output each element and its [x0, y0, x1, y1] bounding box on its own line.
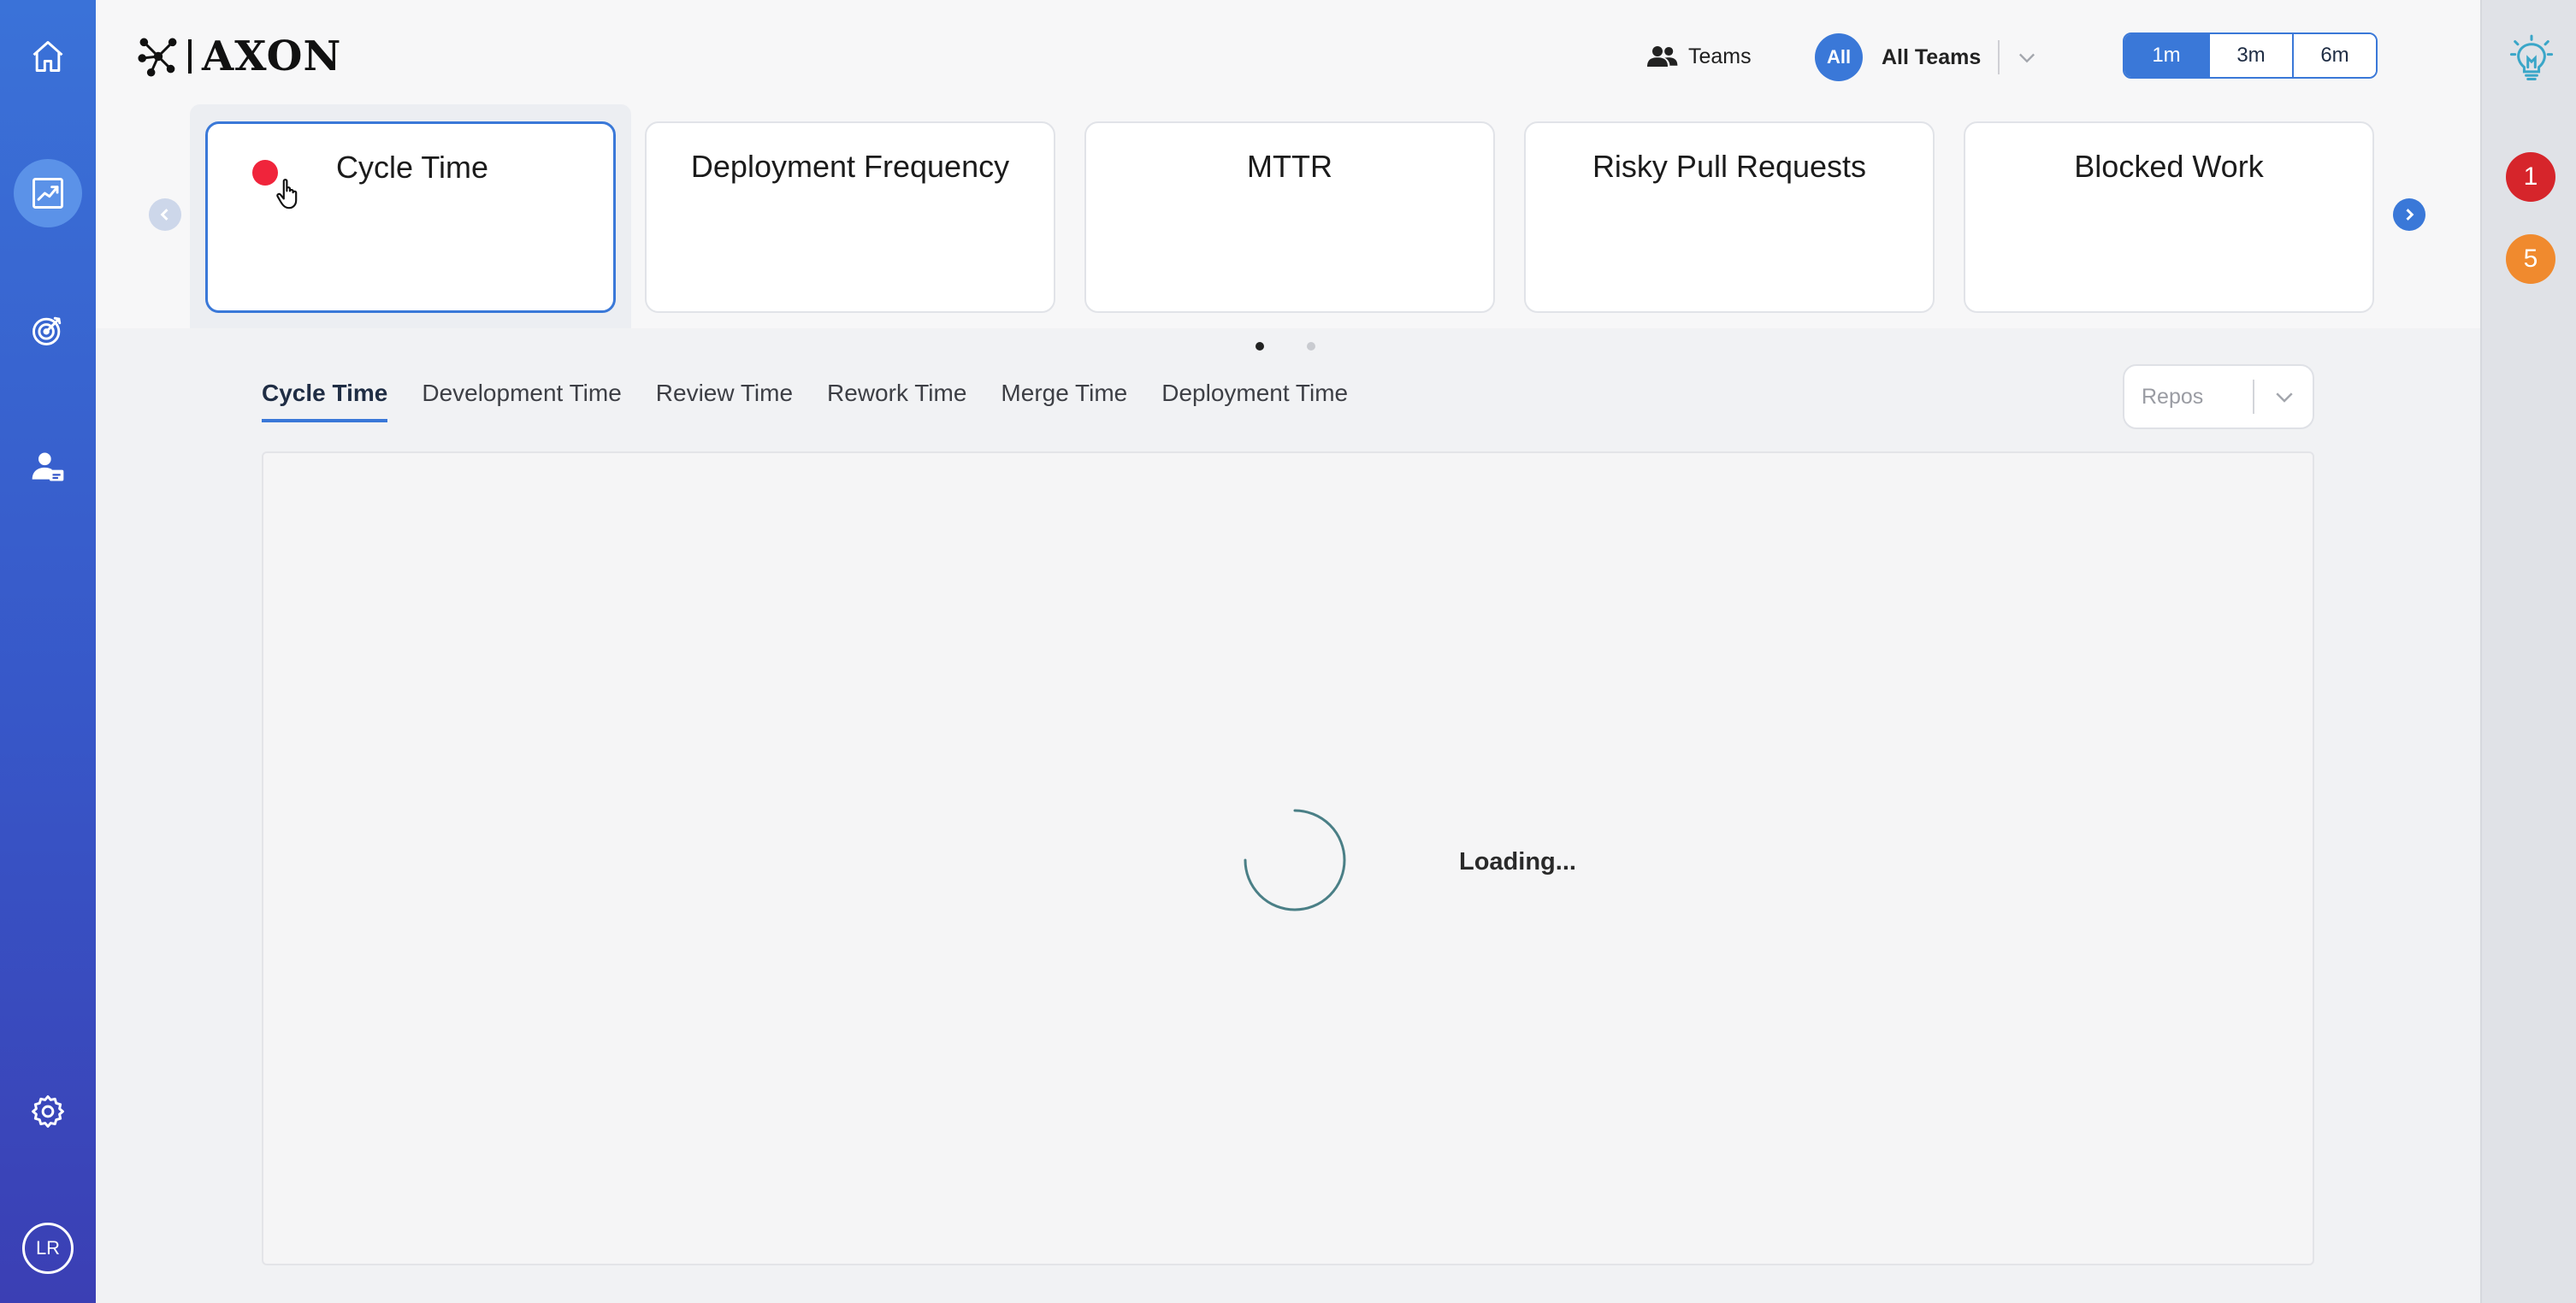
metric-card-title: Risky Pull Requests	[1592, 149, 1867, 184]
chevron-right-icon	[2406, 209, 2414, 221]
notification-badge-red[interactable]: 1	[2506, 152, 2555, 202]
user-card-icon	[32, 452, 64, 481]
logo-text: AXON	[202, 32, 342, 80]
nav-metrics[interactable]	[14, 159, 82, 227]
metric-card-title: Cycle Time	[336, 150, 489, 185]
time-range-toggle: 1m 3m 6m	[2123, 32, 2378, 79]
repos-divider	[2253, 380, 2254, 414]
logo: AXON	[137, 32, 341, 80]
network-logo-icon	[138, 38, 177, 77]
nav-home[interactable]	[14, 22, 82, 91]
right-rail: 1 5	[2480, 0, 2576, 1303]
tab-cycle-time[interactable]: Cycle Time	[262, 380, 388, 422]
metric-card-title: Deployment Frequency	[690, 149, 1010, 184]
team-selected-label: All Teams	[1882, 44, 1982, 69]
metric-card-risky-pull-requests[interactable]: Risky Pull Requests	[1524, 121, 1935, 313]
nav-goals[interactable]	[14, 296, 82, 364]
repos-placeholder: Repos	[2142, 384, 2204, 409]
team-divider	[1998, 40, 2000, 74]
nav-settings[interactable]	[14, 1077, 82, 1146]
people-icon	[1647, 46, 1678, 67]
tab-rework-time[interactable]: Rework Time	[827, 380, 966, 422]
metric-card-cycle-time[interactable]: Cycle Time	[205, 121, 616, 313]
repos-select[interactable]: Repos	[2123, 364, 2314, 429]
loading-text: Loading...	[1459, 848, 1576, 876]
metric-tabs: Cycle Time Development Time Review Time …	[262, 380, 1348, 422]
teams-button[interactable]: Teams	[1647, 38, 1752, 75]
hand-cursor-icon	[276, 179, 298, 209]
gear-icon	[32, 1095, 64, 1128]
metric-card-mttr[interactable]: MTTR	[1084, 121, 1495, 313]
nav-people[interactable]	[14, 433, 82, 501]
tab-development-time[interactable]: Development Time	[422, 380, 621, 422]
tab-review-time[interactable]: Review Time	[656, 380, 793, 422]
metric-card-blocked-work[interactable]: Blocked Work	[1964, 121, 2374, 313]
teams-label: Teams	[1688, 44, 1752, 68]
notification-badge-orange[interactable]: 5	[2506, 234, 2555, 284]
trend-chart-icon	[32, 178, 63, 209]
metric-card-title: Blocked Work	[2074, 149, 2264, 184]
carousel-next-button[interactable]	[2393, 198, 2425, 231]
carousel-dot-1[interactable]	[1256, 342, 1264, 351]
chevron-down-icon[interactable]	[2015, 45, 2039, 69]
tab-merge-time[interactable]: Merge Time	[1001, 380, 1127, 422]
lightbulb-icon[interactable]	[2509, 34, 2554, 85]
chevron-left-icon	[160, 209, 168, 221]
home-icon	[32, 41, 63, 72]
chart-panel: Loading...	[262, 451, 2314, 1265]
range-6m-button[interactable]: 6m	[2292, 34, 2376, 77]
target-icon	[32, 316, 62, 345]
range-3m-button[interactable]: 3m	[2208, 34, 2292, 77]
left-sidebar: LR	[0, 0, 96, 1303]
team-selector[interactable]: All All Teams	[1815, 32, 2039, 82]
range-1m-button[interactable]: 1m	[2124, 34, 2208, 77]
avatar[interactable]: LR	[22, 1223, 74, 1274]
top-bar: AXON Teams All All Teams 1m 3m 6m Cycle …	[96, 0, 2480, 328]
logo-divider	[188, 39, 192, 74]
loading-spinner-icon	[1244, 809, 1346, 911]
team-all-badge: All	[1815, 33, 1863, 81]
carousel-prev-button[interactable]	[149, 198, 181, 231]
chevron-down-icon	[2276, 392, 2293, 403]
metric-card-title: MTTR	[1247, 149, 1332, 184]
carousel-dot-2[interactable]	[1307, 342, 1315, 351]
tab-deployment-time[interactable]: Deployment Time	[1161, 380, 1348, 422]
main-content: AXON Teams All All Teams 1m 3m 6m Cycle …	[96, 0, 2480, 1303]
carousel-pagination	[1256, 342, 1315, 351]
metric-card-deployment-frequency[interactable]: Deployment Frequency	[645, 121, 1055, 313]
